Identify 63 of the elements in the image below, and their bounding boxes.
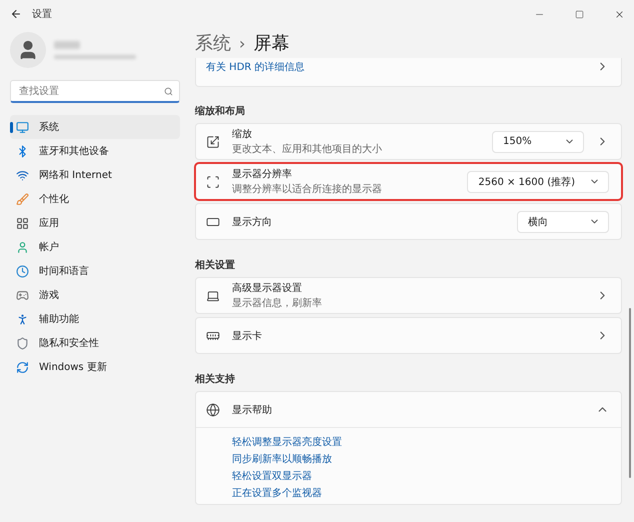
maximize-icon[interactable] — [574, 10, 584, 18]
setting-title: 显示卡 — [232, 330, 263, 342]
setting-card[interactable]: 显示卡 — [195, 317, 622, 354]
user-icon — [16, 240, 29, 254]
accessibility-icon — [16, 312, 29, 326]
setting-card[interactable]: 显示方向 横向 — [195, 203, 622, 240]
section-heading: 缩放和布局 — [195, 104, 246, 118]
nav-item[interactable]: Windows 更新 — [10, 355, 180, 379]
page-title: 屏幕 — [253, 32, 290, 55]
setting-card[interactable]: 高级显示器设置 显示器信息，刷新率 — [195, 277, 622, 314]
nav-item[interactable]: 帐户 — [10, 235, 180, 259]
section-heading: 相关支持 — [195, 372, 236, 386]
search-field[interactable]: 查找设置 — [17, 84, 164, 98]
gamepad-icon — [16, 288, 29, 302]
apps-icon — [16, 216, 29, 230]
setting-title: 缩放 — [232, 128, 253, 141]
help-link[interactable]: 轻松设置双显示器 — [232, 469, 621, 483]
breadcrumb-parent[interactable]: 系统 — [195, 31, 231, 55]
resolution-icon — [206, 174, 220, 188]
bluetooth-icon — [16, 144, 29, 158]
setting-title: 显示方向 — [232, 216, 273, 228]
setting-title: 显示器分辨率 — [232, 168, 293, 181]
setting-title: 显示帮助 — [232, 404, 273, 416]
dropdown[interactable]: 2560 × 1600 (推荐) — [467, 170, 609, 192]
brush-icon — [16, 192, 29, 206]
laptop-icon — [206, 288, 220, 302]
setting-description: 更改文本、应用和其他项目的大小 — [232, 142, 383, 156]
back-icon[interactable] — [10, 8, 22, 20]
nav-item[interactable]: 隐私和安全性 — [10, 331, 180, 355]
clock-icon — [16, 264, 29, 278]
setting-description: 显示器信息，刷新率 — [232, 296, 323, 310]
nav-item[interactable]: 游戏 — [10, 283, 180, 307]
nav-item[interactable]: 个性化 — [10, 187, 180, 211]
monitor-icon — [16, 120, 29, 134]
nav-item[interactable]: 时间和语言 — [10, 259, 180, 283]
help-link[interactable]: 正在设置多个监视器 — [232, 486, 621, 500]
blurred-name — [54, 41, 80, 49]
search-icon[interactable] — [164, 86, 173, 96]
refresh-icon — [16, 360, 29, 374]
help-link[interactable]: 轻松调整显示器亮度设置 — [232, 435, 621, 449]
dropdown[interactable]: 横向 — [517, 210, 609, 232]
setting-card[interactable]: 有关 HDR 的详细信息 — [195, 58, 622, 87]
shield-icon — [16, 336, 29, 350]
setting-card[interactable]: 显示器分辨率 调整分辨率以适合所连接的显示器 2560 × 1600 (推荐) — [195, 163, 622, 200]
section-heading: 相关设置 — [195, 258, 236, 272]
setting-description: 调整分辨率以适合所连接的显示器 — [232, 182, 383, 196]
dropdown[interactable]: 150% — [492, 130, 584, 152]
nav-item[interactable]: 蓝牙和其他设备 — [10, 139, 180, 163]
window-title: 设置 — [32, 8, 53, 21]
nav-item[interactable]: 网络和 Internet — [10, 163, 180, 187]
nav-item[interactable]: 系统 — [10, 115, 180, 139]
setting-card[interactable]: 缩放 更改文本、应用和其他项目的大小 150% — [195, 123, 622, 160]
wifi-icon — [16, 168, 29, 182]
scale-icon — [206, 134, 220, 148]
nav-item[interactable]: 辅助功能 — [10, 307, 180, 331]
help-link[interactable]: 同步刷新率以顺畅播放 — [232, 452, 621, 466]
setting-title: 高级显示器设置 — [232, 282, 303, 295]
close-icon[interactable] — [614, 8, 624, 20]
search-box[interactable]: 查找设置 — [10, 80, 180, 103]
nav-item[interactable]: 应用 — [10, 211, 180, 235]
breadcrumb-separator: › — [239, 34, 246, 52]
hdr-link[interactable]: 有关 HDR 的详细信息 — [206, 60, 584, 74]
globe-icon — [206, 402, 220, 416]
